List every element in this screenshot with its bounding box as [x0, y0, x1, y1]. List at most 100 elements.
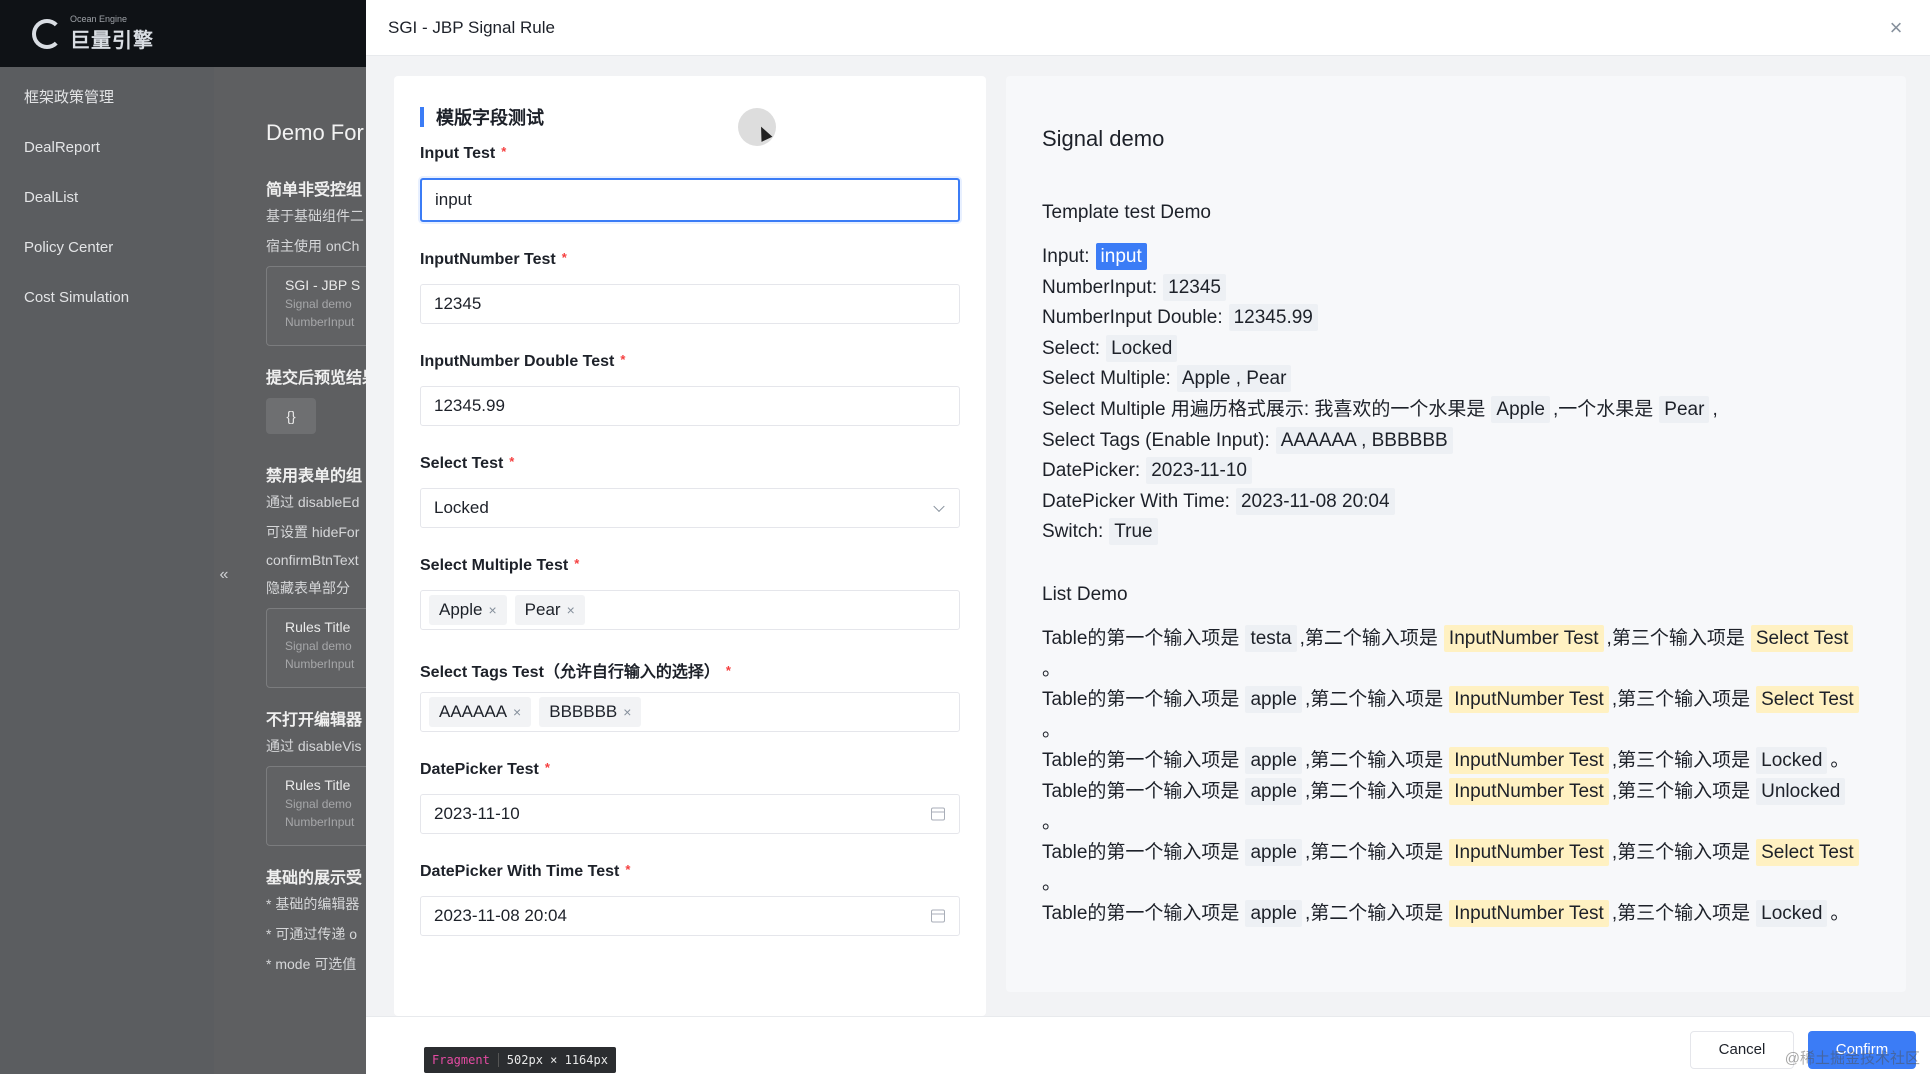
field-label: Select Test * — [420, 454, 960, 474]
bg-card-sub: Signal demo — [285, 797, 352, 811]
preview-line-number: NumberInput: 12345 — [1042, 273, 1870, 304]
tag-label: AAAAAA — [439, 702, 508, 721]
preview-value: 2023-11-08 20:04 — [1235, 487, 1395, 515]
collapse-sidebar-icon[interactable]: « — [214, 560, 234, 590]
preview-value: Pear — [1659, 395, 1710, 423]
fragment-size: 502px × 1164px — [506, 1053, 608, 1067]
list-text: ,第二个输入项是 — [1304, 689, 1444, 711]
tag: BBBBBB × — [539, 697, 642, 727]
list-text: ,第三个输入项是 — [1611, 903, 1751, 925]
tag-label: Apple — [439, 600, 483, 619]
form-section-title-text: 模版字段测试 — [436, 108, 544, 128]
list-text: Table的第一个输入项是 — [1042, 842, 1240, 864]
sidebar-item-cost-simulation[interactable]: Cost Simulation — [0, 273, 214, 323]
form-panel: 模版字段测试 Input Test * input InputNumber Tes… — [394, 76, 986, 1016]
calendar-icon — [931, 807, 945, 821]
preview-label: Select Multiple: — [1042, 368, 1171, 390]
signal-rule-drawer: SGI - JBP Signal Rule × 模版字段测试 Input Tes… — [366, 0, 1930, 1074]
list-text: Table的第一个输入项是 — [1042, 689, 1240, 711]
preview-value: 2023-11-10 — [1146, 457, 1252, 485]
sidebar-item-policy-center[interactable]: Policy Center — [0, 223, 214, 273]
preview-line-switch: Switch: True — [1042, 517, 1870, 548]
input-value: 12345 — [434, 294, 482, 313]
input-test-input[interactable]: input — [420, 178, 960, 222]
list-text: 。 — [1042, 872, 1062, 894]
bg-card-sub: Signal demo — [285, 639, 352, 653]
field-label-text: DatePicker With Time Test — [420, 863, 620, 880]
close-icon[interactable]: × — [1884, 16, 1908, 40]
date-picker-field: DatePicker Test * 2023-11-10 — [420, 760, 960, 834]
brand-name: 巨量引擎 — [70, 30, 154, 52]
list-text: ,第三个输入项是 — [1611, 689, 1751, 711]
bg-card-sub: NumberInput — [285, 657, 355, 671]
required-mark: * — [625, 862, 631, 877]
list-text: Table的第一个输入项是 — [1042, 903, 1240, 925]
list-value: Unlocked — [1756, 777, 1846, 805]
tag-close-icon[interactable]: × — [488, 602, 496, 618]
select-multiple-input[interactable]: Apple × Pear × — [420, 590, 960, 630]
brand-small: Ocean Engine — [70, 14, 128, 24]
list-text: 。 — [1830, 750, 1850, 772]
bg-card-sub: NumberInput — [285, 315, 355, 329]
tag: Apple × — [429, 595, 507, 625]
fragment-name: Fragment — [424, 1053, 499, 1067]
preview-line-select-tags: Select Tags (Enable Input): AAAAAA , BBBB… — [1042, 426, 1870, 457]
list-value-highlight: Select Test — [1756, 686, 1859, 714]
list-text: 。 — [1830, 903, 1850, 925]
select-multiple-field: Select Multiple Test * Apple × Pear × — [420, 556, 960, 630]
field-label-text: Select Test — [420, 455, 504, 472]
sidebar-item-framework-policy[interactable]: 框架政策管理 — [0, 73, 214, 123]
tag: AAAAAA × — [429, 697, 532, 727]
preview-value: 12345 — [1163, 273, 1226, 301]
preview-value: True — [1109, 518, 1158, 546]
list-value: apple — [1245, 777, 1302, 805]
list-value-highlight: InputNumber Test — [1449, 777, 1609, 805]
preview-label: NumberInput Double: — [1042, 307, 1223, 329]
devtools-fragment-badge: Fragment 502px × 1164px — [424, 1047, 616, 1073]
select-value: Locked — [434, 498, 489, 517]
input-number-double-input[interactable]: 12345.99 — [420, 386, 960, 426]
tag: Pear × — [514, 595, 585, 625]
drawer-header: SGI - JBP Signal Rule × — [366, 0, 1930, 56]
list-value-highlight: InputNumber Test — [1449, 900, 1609, 928]
preview-label: Switch: — [1042, 521, 1104, 543]
preview-title: Signal demo — [1042, 126, 1165, 151]
select-field: Select Test * Locked — [420, 454, 960, 528]
list-value-highlight: InputNumber Test — [1443, 624, 1604, 652]
cancel-button[interactable]: Cancel — [1690, 1031, 1794, 1069]
preview-label: ,一个水果是 — [1553, 398, 1654, 420]
tag-close-icon[interactable]: × — [623, 704, 631, 720]
tag-close-icon[interactable]: × — [513, 704, 521, 720]
preview-label: DatePicker With Time: — [1042, 490, 1230, 512]
field-label: DatePicker Test * — [420, 760, 960, 780]
required-mark: * — [544, 760, 550, 775]
preview-value: Locked — [1106, 334, 1178, 362]
list-value: Locked — [1756, 900, 1828, 928]
select-tags-field: Select Tags Test（允许自行输入的选择） * AAAAAA × BBB… — [420, 658, 960, 732]
preview-label: NumberInput: — [1042, 276, 1158, 298]
watermark: @稀土掘金技术社区 — [1784, 1050, 1920, 1067]
json-preview-chip[interactable]: {} — [266, 398, 316, 434]
tag-close-icon[interactable]: × — [567, 602, 575, 618]
field-label: InputNumber Test * — [420, 250, 960, 270]
preview-line-number-double: NumberInput Double: 12345.99 — [1042, 303, 1870, 334]
preview-value: Apple , Pear — [1176, 365, 1292, 393]
preview-line-date-time: DatePicker With Time: 2023-11-08 20:04 — [1042, 487, 1870, 518]
input-number-input[interactable]: 12345 — [420, 284, 960, 324]
preview-label: Select: — [1042, 337, 1101, 359]
select-tags-input[interactable]: AAAAAA × BBBBBB × — [420, 692, 960, 732]
field-label: InputNumber Double Test * — [420, 352, 960, 372]
select-dropdown[interactable]: Locked — [420, 488, 960, 528]
calendar-icon — [931, 909, 945, 923]
preview-line-date: DatePicker: 2023-11-10 — [1042, 456, 1870, 487]
date-picker-input[interactable]: 2023-11-10 — [420, 794, 960, 834]
date-time-picker-input[interactable]: 2023-11-08 20:04 — [420, 896, 960, 936]
field-label-text: DatePicker Test — [420, 761, 539, 778]
list-text: ,第二个输入项是 — [1304, 842, 1444, 864]
sidebar-item-deal-list[interactable]: DealList — [0, 173, 214, 223]
sidebar-item-deal-report[interactable]: DealReport — [0, 123, 214, 173]
bg-card-sub: Signal demo — [285, 297, 352, 311]
required-mark: * — [725, 663, 731, 678]
input-value: 12345.99 — [434, 396, 505, 415]
